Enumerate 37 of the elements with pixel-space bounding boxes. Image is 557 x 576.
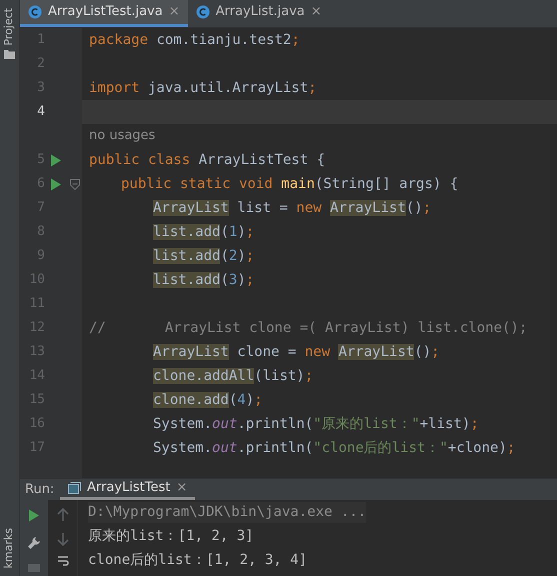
tab-label: ArrayListTest.java: [48, 3, 163, 22]
fold-icon[interactable]: [70, 178, 80, 190]
run-tab-label: ArrayListTest: [87, 479, 170, 498]
code-line: import java.util.ArrayList;: [89, 79, 317, 98]
run-icon[interactable]: [50, 178, 62, 190]
window-icon: [68, 482, 81, 494]
soft-wrap-icon[interactable]: [56, 556, 68, 566]
bookmarks-tool-label[interactable]: kmarks: [1, 528, 18, 568]
run-tab-close-icon[interactable]: ×: [176, 478, 188, 498]
tab-close-icon[interactable]: ×: [310, 2, 322, 22]
usage-hint: no usages: [89, 127, 156, 146]
up-arrow-icon[interactable]: [56, 508, 68, 522]
tab-close-icon[interactable]: ×: [168, 2, 180, 22]
code-line: ArrayList list = new ArrayList();: [153, 199, 432, 218]
code-line: ArrayList clone = new ArrayList();: [153, 343, 440, 362]
code-comment: // ArrayList clone =( ArrayList) list.clone();: [89, 319, 528, 338]
run-icon[interactable]: [50, 154, 62, 166]
editor-tab[interactable]: ArrayList.java ×: [188, 0, 330, 27]
class-file-icon: [196, 5, 210, 19]
run-panel-label: Run:: [24, 480, 56, 499]
console-output: 原来的list：[1, 2, 3]: [88, 526, 254, 546]
code-line: System.out.println("原来的list："+list);: [153, 415, 479, 434]
code-line: package com.tianju.test2;: [89, 31, 300, 50]
console-output: clone后的list：[1, 2, 3, 4]: [88, 550, 308, 570]
down-arrow-icon[interactable]: [56, 532, 68, 546]
rerun-icon[interactable]: [28, 509, 40, 522]
project-tool-label[interactable]: Project: [1, 8, 18, 46]
folder-icon: [4, 50, 15, 59]
code-line: System.out.println("clone后的list："+clone);: [153, 439, 516, 458]
wrench-icon[interactable]: [27, 536, 41, 550]
code-line: public static void main(String[] args) {: [121, 175, 458, 194]
console-command: D:\Myprogram\JDK\bin\java.exe ...: [88, 502, 366, 522]
line-number: 4: [36, 103, 45, 122]
code-line: public class ArrayListTest {: [89, 151, 326, 170]
class-file-icon: [28, 5, 42, 19]
editor-tab[interactable]: ArrayListTest.java ×: [20, 0, 188, 27]
tab-label: ArrayList.java: [216, 3, 305, 22]
